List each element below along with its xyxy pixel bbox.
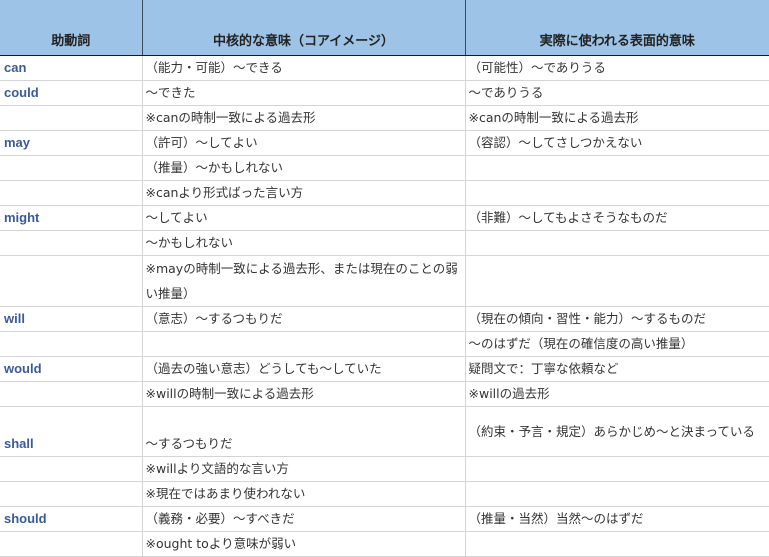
core-meaning-cell[interactable]: （推量）～かもしれない (142, 155, 466, 181)
verb-cell[interactable]: could (0, 80, 143, 106)
verb-cell[interactable] (0, 531, 143, 557)
core-meaning-cell[interactable]: ～できた (142, 80, 466, 106)
surface-meaning-cell[interactable] (465, 230, 769, 256)
core-meaning-cell[interactable]: ～するつもりだ (142, 406, 466, 457)
surface-meaning-cell[interactable]: 疑問文で：丁寧な依頼など (465, 356, 769, 382)
table-row: shall ～するつもりだ （約束・予言・規定）あらかじめ～と決まっている (0, 406, 769, 457)
verb-cell[interactable] (0, 230, 143, 256)
surface-meaning-cell[interactable] (465, 155, 769, 181)
core-meaning-cell[interactable]: ～かもしれない (142, 230, 466, 256)
verb-cell[interactable] (0, 155, 143, 181)
table-row: ※canの時制一致による過去形 ※canの時制一致による過去形 (0, 105, 769, 131)
core-meaning-cell[interactable]: （許可）～してよい (142, 130, 466, 156)
surface-meaning-cell[interactable] (465, 180, 769, 206)
surface-meaning-cell[interactable]: （非難）～してもよさそうなものだ (465, 205, 769, 231)
surface-meaning-cell[interactable]: ※willの過去形 (465, 381, 769, 407)
surface-meaning-cell[interactable] (465, 456, 769, 482)
table-row: should （義務・必要）～すべきだ （推量・当然）当然～のはずだ (0, 506, 769, 532)
table-row: ～かもしれない (0, 230, 769, 256)
verb-cell[interactable]: should (0, 506, 143, 532)
core-meaning-cell[interactable]: ※willより文語的な言い方 (142, 456, 466, 482)
table-row: ※mayの時制一致による過去形、または現在のことの弱い推量） (0, 255, 769, 307)
core-meaning-cell[interactable] (142, 331, 466, 357)
surface-meaning-cell[interactable] (465, 481, 769, 507)
table-row: （推量）～かもしれない (0, 155, 769, 181)
surface-meaning-cell[interactable] (465, 255, 769, 307)
surface-meaning-cell[interactable]: （現在の傾向・習性・能力）～するものだ (465, 306, 769, 332)
surface-meaning-cell[interactable] (465, 531, 769, 557)
core-meaning-cell[interactable]: （義務・必要）～すべきだ (142, 506, 466, 532)
table-row: can （能力・可能）～できる （可能性）～でありうる (0, 55, 769, 81)
core-meaning-cell[interactable]: ※mayの時制一致による過去形、または現在のことの弱い推量） (142, 255, 466, 307)
core-meaning-cell[interactable]: ※canの時制一致による過去形 (142, 105, 466, 131)
surface-meaning-cell[interactable]: （可能性）～でありうる (465, 55, 769, 81)
core-meaning-cell[interactable]: ～してよい (142, 205, 466, 231)
surface-meaning-cell[interactable]: ※canの時制一致による過去形 (465, 105, 769, 131)
table-row: may （許可）～してよい （容認）～してさしつかえない (0, 130, 769, 156)
table-row: ※willより文語的な言い方 (0, 456, 769, 482)
core-meaning-cell[interactable]: ※ought toより意味が弱い (142, 531, 466, 557)
header-auxiliary-verb[interactable]: 助動詞 (0, 0, 143, 56)
table-row: will （意志）～するつもりだ （現在の傾向・習性・能力）～するものだ (0, 306, 769, 332)
verb-cell[interactable] (0, 381, 143, 407)
header-row: 助動詞 中核的な意味（コアイメージ） 実際に使われる表面的意味 (0, 0, 769, 56)
surface-meaning-cell[interactable]: （容認）～してさしつかえない (465, 130, 769, 156)
core-meaning-cell[interactable]: （過去の強い意志）どうしても～していた (142, 356, 466, 382)
verb-cell[interactable] (0, 331, 143, 357)
verb-cell[interactable] (0, 481, 143, 507)
surface-meaning-cell[interactable]: （約束・予言・規定）あらかじめ～と決まっている (465, 406, 769, 457)
modal-verbs-table: 助動詞 中核的な意味（コアイメージ） 実際に使われる表面的意味 can （能力・… (0, 0, 769, 557)
verb-cell[interactable]: will (0, 306, 143, 332)
table-row: ※canより形式ばった言い方 (0, 180, 769, 206)
surface-meaning-cell[interactable]: （推量・当然）当然～のはずだ (465, 506, 769, 532)
table-row: could ～できた ～でありうる (0, 80, 769, 106)
verb-cell[interactable] (0, 255, 143, 307)
header-core-meaning[interactable]: 中核的な意味（コアイメージ） (142, 0, 466, 56)
table-row: ※ought toより意味が弱い (0, 531, 769, 557)
core-meaning-cell[interactable]: ※willの時制一致による過去形 (142, 381, 466, 407)
verb-cell[interactable]: can (0, 55, 143, 81)
core-meaning-cell[interactable]: ※canより形式ばった言い方 (142, 180, 466, 206)
core-meaning-cell[interactable]: ※現在ではあまり使われない (142, 481, 466, 507)
surface-meaning-cell[interactable]: ～でありうる (465, 80, 769, 106)
surface-meaning-cell[interactable]: ～のはずだ（現在の確信度の高い推量） (465, 331, 769, 357)
verb-cell[interactable]: would (0, 356, 143, 382)
header-surface-meaning[interactable]: 実際に使われる表面的意味 (465, 0, 769, 56)
table-row: ※現在ではあまり使われない (0, 481, 769, 507)
verb-cell[interactable]: might (0, 205, 143, 231)
table-row: ～のはずだ（現在の確信度の高い推量） (0, 331, 769, 357)
table-row: would （過去の強い意志）どうしても～していた 疑問文で：丁寧な依頼など (0, 356, 769, 382)
core-meaning-cell[interactable]: （意志）～するつもりだ (142, 306, 466, 332)
core-meaning-cell[interactable]: （能力・可能）～できる (142, 55, 466, 81)
verb-cell[interactable] (0, 105, 143, 131)
table-row: ※willの時制一致による過去形 ※willの過去形 (0, 381, 769, 407)
verb-cell[interactable] (0, 456, 143, 482)
verb-cell[interactable] (0, 180, 143, 206)
table-row: might ～してよい （非難）～してもよさそうなものだ (0, 205, 769, 231)
verb-cell[interactable]: shall (0, 406, 143, 457)
verb-cell[interactable]: may (0, 130, 143, 156)
